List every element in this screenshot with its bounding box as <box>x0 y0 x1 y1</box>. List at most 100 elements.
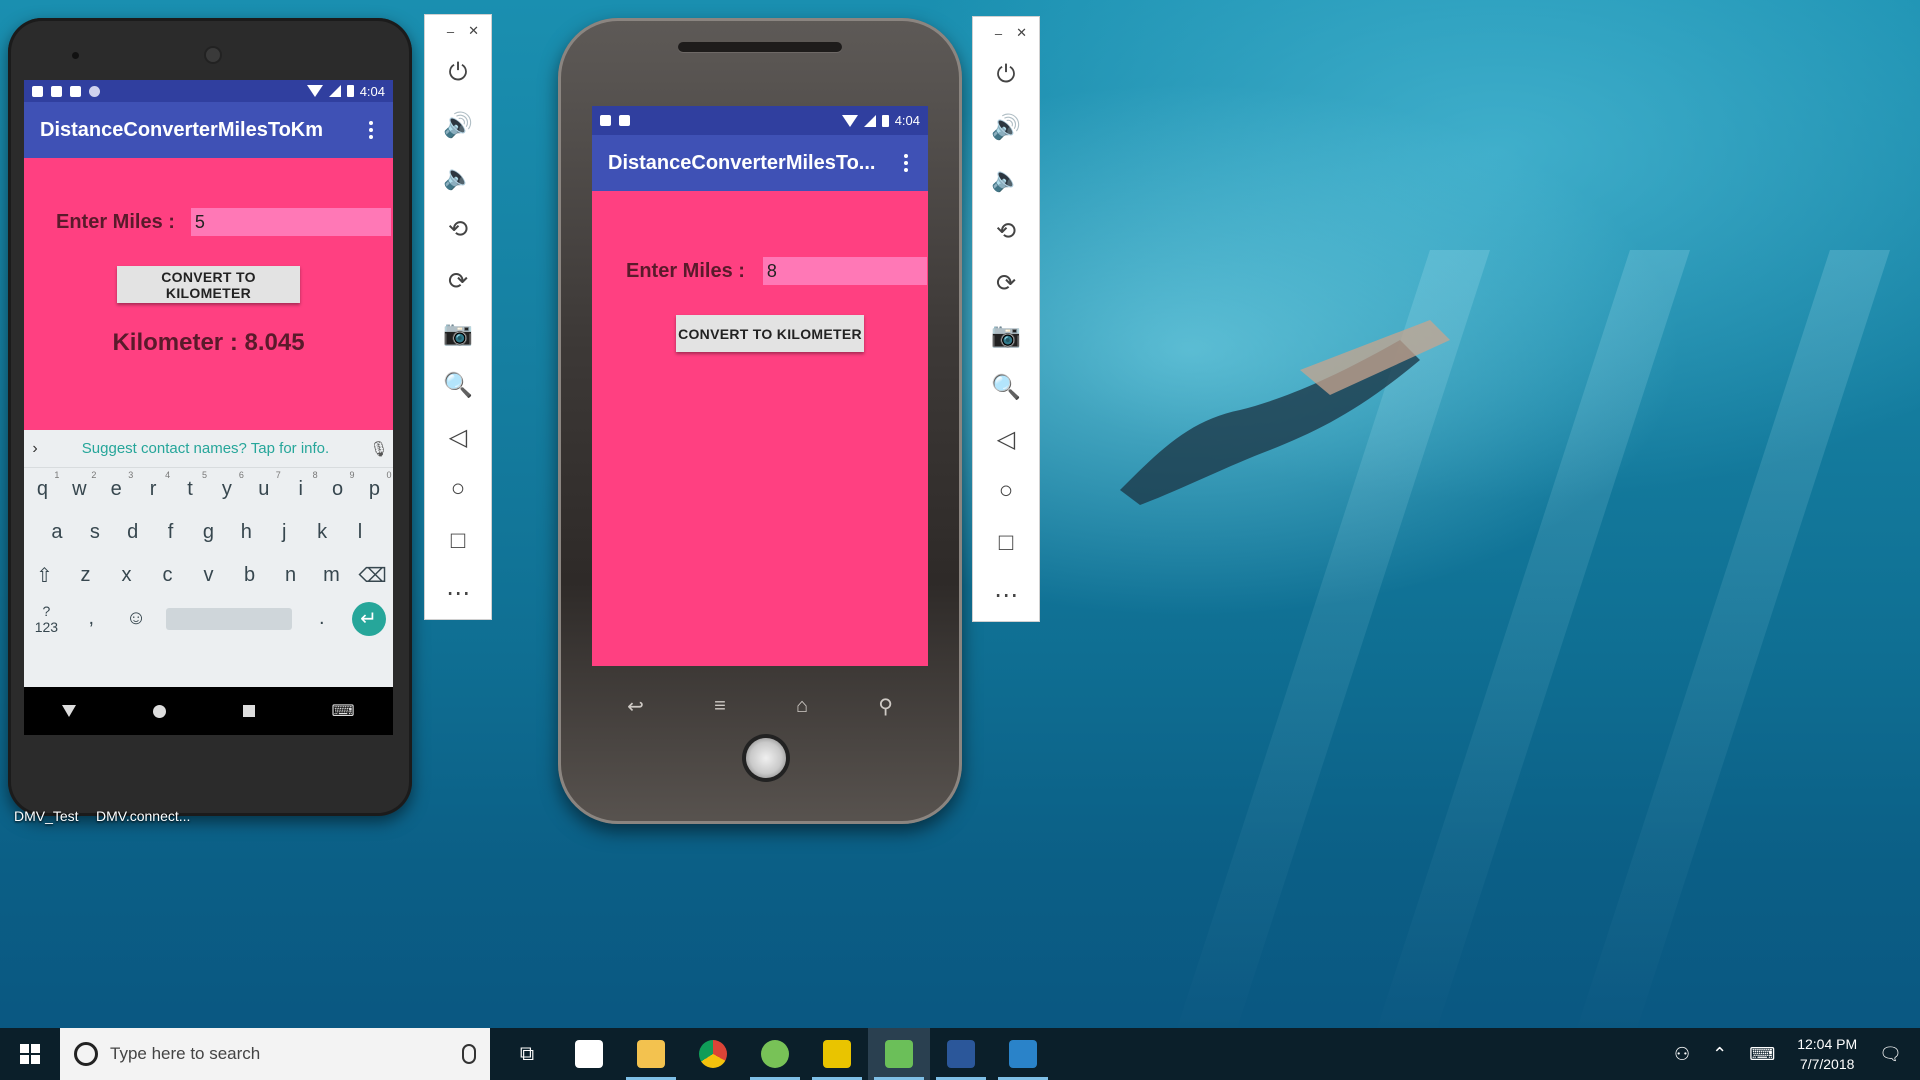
back-icon[interactable]: ◁ <box>425 411 491 463</box>
key-u[interactable]: u7 <box>249 470 281 501</box>
convert-button[interactable]: CONVERT TO KILOMETER <box>117 266 300 303</box>
volume-down-icon[interactable]: 🔈 <box>425 151 491 203</box>
key-t[interactable]: t5 <box>175 470 207 501</box>
suggestion-text[interactable]: Suggest contact names? Tap for info. <box>46 440 365 457</box>
enter-key[interactable]: ↵ <box>351 601 386 636</box>
zoom-icon[interactable]: 🔍 <box>973 361 1039 413</box>
overflow-menu-icon[interactable] <box>365 117 377 143</box>
comma-key[interactable]: , <box>76 607 106 630</box>
camera-icon[interactable]: 📷 <box>973 309 1039 361</box>
task-view-button[interactable]: ⧉ <box>496 1028 558 1080</box>
chrome-app[interactable] <box>682 1028 744 1080</box>
volume-down-icon[interactable]: 🔈 <box>973 153 1039 205</box>
overflow-menu-icon[interactable] <box>900 150 912 176</box>
suggestion-strip[interactable]: › Suggest contact names? Tap for info. 🎙 <box>24 430 393 468</box>
key-m[interactable]: m <box>317 564 347 587</box>
keyboard-icon[interactable]: ⌨ <box>1749 1044 1775 1065</box>
key-d[interactable]: d <box>118 521 148 544</box>
android-studio-app[interactable] <box>744 1028 806 1080</box>
tool-app[interactable] <box>806 1028 868 1080</box>
rotate-left-icon[interactable]: ⟲ <box>425 203 491 255</box>
home-icon[interactable]: ○ <box>973 465 1039 517</box>
key-r[interactable]: r4 <box>138 470 170 501</box>
close-icon[interactable]: ✕ <box>1016 25 1027 41</box>
key-y[interactable]: y6 <box>212 470 244 501</box>
key-i[interactable]: i8 <box>286 470 317 501</box>
trackball[interactable] <box>746 738 786 778</box>
menu-key-icon[interactable]: ≡ <box>714 695 726 718</box>
sticky-notes-app[interactable] <box>558 1028 620 1080</box>
key-w[interactable]: w2 <box>64 470 96 501</box>
microphone-icon[interactable] <box>462 1044 476 1064</box>
home-key-icon[interactable]: ⌂ <box>796 695 808 718</box>
start-button[interactable] <box>0 1028 60 1080</box>
rotate-right-icon[interactable]: ⟳ <box>425 255 491 307</box>
emoji-icon[interactable]: ☺ <box>121 607 151 630</box>
keyboard-switch-icon[interactable]: ⌨ <box>332 701 355 721</box>
key-f[interactable]: f <box>156 521 186 544</box>
recents-nav-icon[interactable] <box>242 705 255 717</box>
symbols-key[interactable]: ?123 <box>31 603 61 635</box>
key-g[interactable]: g <box>193 521 223 544</box>
more-icon[interactable]: ⋯ <box>425 567 491 619</box>
key-l[interactable]: l <box>345 521 375 544</box>
miles-input[interactable] <box>762 257 927 285</box>
miles-input[interactable] <box>190 208 391 236</box>
key-p[interactable]: p0 <box>359 470 392 501</box>
key-o[interactable]: o9 <box>323 470 355 501</box>
back-nav-icon[interactable] <box>62 705 77 717</box>
overview-icon[interactable]: □ <box>973 517 1039 569</box>
space-key[interactable] <box>165 607 292 630</box>
key-h[interactable]: h <box>231 521 261 544</box>
key-z[interactable]: z <box>71 564 101 587</box>
power-icon[interactable]: ⏻ <box>973 49 1039 101</box>
emulator-left-screen[interactable]: 4:04 DistanceConverterMilesToKm Enter Mi… <box>24 80 393 735</box>
convert-button[interactable]: CONVERT TO KILOMETER <box>676 315 864 352</box>
minimize-icon[interactable]: – <box>995 26 1002 41</box>
key-c[interactable]: c <box>153 564 183 587</box>
snipping-app[interactable] <box>992 1028 1054 1080</box>
power-icon[interactable]: ⏻ <box>425 47 491 99</box>
key-e[interactable]: e3 <box>101 470 134 501</box>
key-b[interactable]: b <box>235 564 265 587</box>
minimize-icon[interactable]: – <box>447 24 454 39</box>
key-j[interactable]: j <box>269 521 299 544</box>
search-placeholder[interactable]: Type here to search <box>110 1044 450 1064</box>
word-app[interactable] <box>930 1028 992 1080</box>
desktop-icon-label[interactable]: DMV_Test <box>14 808 79 824</box>
clock[interactable]: 12:04 PM 7/7/2018 <box>1797 1034 1857 1074</box>
key-x[interactable]: x <box>112 564 142 587</box>
home-nav-icon[interactable] <box>153 704 167 718</box>
notification-icon[interactable]: 🗨 <box>1879 1044 1902 1065</box>
taskbar-search[interactable]: Type here to search <box>60 1028 490 1080</box>
back-key-icon[interactable]: ↩ <box>627 694 644 719</box>
backspace-key[interactable]: ⌫ <box>358 563 388 588</box>
key-a[interactable]: a <box>42 521 72 544</box>
key-q[interactable]: q1 <box>27 470 60 501</box>
more-icon[interactable]: ⋯ <box>973 569 1039 621</box>
home-icon[interactable]: ○ <box>425 463 491 515</box>
volume-up-icon[interactable]: 🔊 <box>973 101 1039 153</box>
file-explorer-app[interactable] <box>620 1028 682 1080</box>
key-n[interactable]: n <box>276 564 306 587</box>
rotate-right-icon[interactable]: ⟳ <box>973 257 1039 309</box>
desktop-icon-label[interactable]: DMV.connect... <box>96 808 190 824</box>
microphone-icon[interactable]: 🎙 <box>365 440 393 458</box>
camera-icon[interactable]: 📷 <box>425 307 491 359</box>
key-k[interactable]: k <box>307 521 337 544</box>
shift-key[interactable]: ⇧ <box>30 563 60 588</box>
chevron-right-icon[interactable]: › <box>24 440 46 458</box>
search-key-icon[interactable]: ⚲ <box>878 694 893 719</box>
people-icon[interactable]: ⚇ <box>1674 1044 1690 1065</box>
key-v[interactable]: v <box>194 564 224 587</box>
emulator-right-screen[interactable]: 4:04 DistanceConverterMilesTo... Enter M… <box>592 106 928 666</box>
overview-icon[interactable]: □ <box>425 515 491 567</box>
zoom-icon[interactable]: 🔍 <box>425 359 491 411</box>
emulator-app[interactable] <box>868 1028 930 1080</box>
rotate-left-icon[interactable]: ⟲ <box>973 205 1039 257</box>
soft-keyboard[interactable]: › Suggest contact names? Tap for info. 🎙… <box>24 430 393 688</box>
back-icon[interactable]: ◁ <box>973 413 1039 465</box>
volume-up-icon[interactable]: 🔊 <box>425 99 491 151</box>
key-s[interactable]: s <box>80 521 110 544</box>
period-key[interactable]: . <box>307 607 337 630</box>
